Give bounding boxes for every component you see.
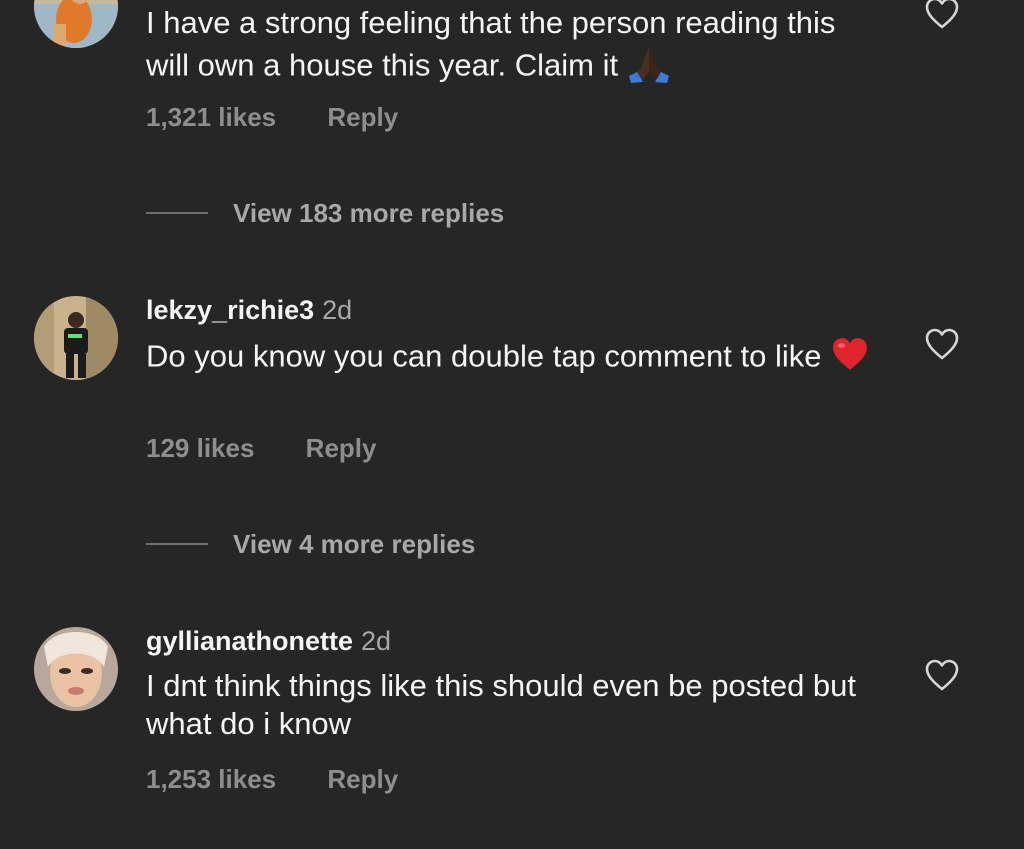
comment-header: gyllianathonette 2d	[146, 625, 391, 657]
reply-button[interactable]: Reply	[327, 764, 398, 794]
heart-outline-icon[interactable]	[924, 0, 960, 30]
view-replies-label[interactable]: View 4 more replies	[233, 529, 475, 559]
view-replies-label[interactable]: View 183 more replies	[233, 198, 504, 228]
praying-hands-icon	[627, 42, 671, 93]
likes-count[interactable]: 129 likes	[146, 433, 254, 463]
comment-meta: 1,321 likes Reply	[146, 102, 398, 132]
username[interactable]: lekzy_richie3	[146, 295, 314, 325]
comment-text: I have a strong feeling that the person …	[146, 4, 876, 93]
avatar[interactable]	[34, 627, 118, 711]
avatar[interactable]	[34, 0, 118, 48]
likes-count[interactable]: 1,321 likes	[146, 102, 276, 132]
heart-outline-icon[interactable]	[924, 658, 960, 692]
timestamp: 2d	[361, 626, 392, 656]
red-heart-icon	[830, 336, 870, 381]
comment-text: I dnt think things like this should even…	[146, 668, 857, 741]
replies-divider	[146, 212, 208, 214]
heart-outline-icon[interactable]	[924, 327, 960, 361]
reply-button[interactable]: Reply	[306, 433, 377, 463]
likes-count[interactable]: 1,253 likes	[146, 764, 276, 794]
comment-meta: 1,253 likes Reply	[146, 764, 398, 794]
username[interactable]: gyllianathonette	[146, 626, 353, 656]
comment-header: lekzy_richie3 2d	[146, 294, 352, 326]
comment-text: Do you know you can double tap comment t…	[146, 336, 876, 381]
avatar[interactable]	[34, 296, 118, 380]
comment-meta: 129 likes Reply	[146, 433, 376, 463]
reply-button[interactable]: Reply	[327, 102, 398, 132]
timestamp: 2d	[322, 295, 353, 325]
replies-divider	[146, 543, 208, 545]
